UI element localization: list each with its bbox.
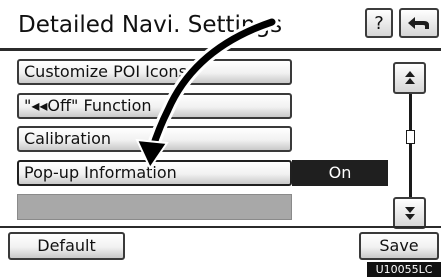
double-chevron-down-icon	[404, 207, 415, 220]
back-arrow-icon	[408, 17, 429, 29]
customize-poi-icons-button[interactable]: Customize POI Icons	[17, 59, 292, 85]
default-button[interactable]: Default	[8, 232, 125, 260]
back-button[interactable]	[399, 8, 439, 38]
menu-item-label: "◂◂Off" Function	[24, 96, 152, 115]
help-button[interactable]: ?	[365, 8, 393, 38]
menu-item-label: Customize POI Icons	[24, 62, 187, 81]
default-button-label: Default	[37, 236, 96, 255]
menu-item-label: Calibration	[24, 129, 112, 148]
double-chevron-up-icon	[404, 71, 415, 84]
save-button[interactable]: Save	[359, 232, 439, 260]
popup-information-button[interactable]: Pop-up Information	[17, 160, 292, 186]
screen-header: Detailed Navi. Settings ?	[0, 0, 441, 46]
scrollbar-thumb[interactable]	[406, 130, 415, 144]
help-label: ?	[374, 12, 384, 34]
save-button-label: Save	[379, 236, 419, 255]
page-title: Detailed Navi. Settings	[18, 12, 283, 38]
popup-information-value: On	[292, 160, 388, 186]
scroll-up-button[interactable]	[393, 62, 426, 94]
scroll-down-button[interactable]	[393, 197, 426, 229]
off-function-button[interactable]: "◂◂Off" Function	[17, 93, 292, 119]
menu-item-label: Pop-up Information	[24, 163, 177, 182]
empty-menu-slot	[17, 194, 292, 220]
calibration-button[interactable]: Calibration	[17, 126, 292, 152]
figure-code-label: U10055LC	[367, 262, 441, 277]
footer-divider	[0, 226, 441, 228]
